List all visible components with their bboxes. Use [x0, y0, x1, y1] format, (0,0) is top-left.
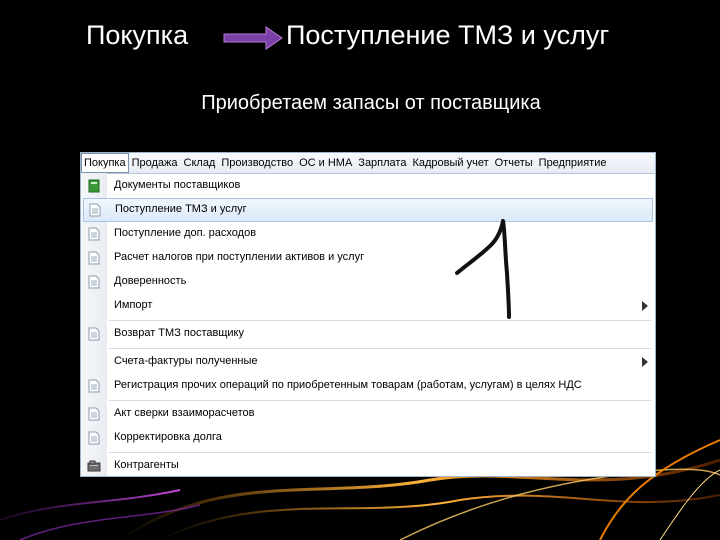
book-icon [88, 179, 100, 193]
menu-item-label: Поступление ТМЗ и услуг [115, 203, 247, 215]
menu-item-raschet-nalogov[interactable]: Расчет налогов при поступлении активов и… [81, 246, 655, 270]
menu-predpriyatie[interactable]: Предприятие [536, 154, 610, 172]
menu-zarplata[interactable]: Зарплата [355, 154, 409, 172]
header-left-title: Покупка [86, 20, 189, 50]
menu-bar: Покупка Продажа Склад Производство ОС и … [81, 153, 655, 174]
slide-subtitle: Приобретаем запасы от поставщика [201, 92, 541, 114]
menu-item-scheta-faktury[interactable]: Счета-фактуры полученные [81, 350, 655, 374]
menu-os-nma[interactable]: ОС и НМА [296, 154, 355, 172]
app-window: Покупка Продажа Склад Производство ОС и … [80, 152, 656, 477]
menu-item-doverennost[interactable]: Доверенность [81, 270, 655, 294]
menu-item-registratsiya-prochikh[interactable]: Регистрация прочих операций по приобрете… [81, 374, 655, 398]
menu-item-postuplenie-tmz[interactable]: Поступление ТМЗ и услуг [83, 198, 653, 222]
document-icon [88, 431, 100, 445]
menu-item-label: Импорт [114, 299, 153, 311]
menu-item-label: Корректировка долга [114, 431, 222, 443]
menu-item-import[interactable]: Импорт [81, 294, 655, 318]
menu-item-dokumenty-postavshchikov[interactable]: Документы поставщиков [81, 174, 655, 198]
submenu-arrow-icon [642, 301, 648, 311]
submenu-arrow-icon [642, 357, 648, 367]
menu-item-akt-sverki[interactable]: Акт сверки взаиморасчетов [81, 402, 655, 426]
menu-otchety[interactable]: Отчеты [492, 154, 536, 172]
dropdown-menu: Документы поставщиков Поступление ТМЗ и … [81, 174, 655, 478]
menu-kadrovy-uchet[interactable]: Кадровый учет [409, 154, 491, 172]
menu-item-label: Счета-фактуры полученные [114, 355, 258, 367]
document-icon [88, 227, 100, 241]
menu-item-label: Доверенность [114, 275, 187, 287]
menu-item-kontragenty[interactable]: Контрагенты [81, 454, 655, 478]
menu-item-label: Расчет налогов при поступлении активов и… [114, 251, 365, 263]
document-icon [88, 251, 100, 265]
menu-item-label: Возврат ТМЗ поставщику [114, 327, 244, 339]
menu-item-vozvrat-tmz[interactable]: Возврат ТМЗ поставщику [81, 322, 655, 346]
menu-item-label: Регистрация прочих операций по приобрете… [114, 379, 582, 391]
menu-item-label: Документы поставщиков [114, 179, 241, 191]
directory-icon [87, 460, 101, 472]
menu-item-postuplenie-dop-raskhodov[interactable]: Поступление доп. расходов [81, 222, 655, 246]
menu-proizvodstvo[interactable]: Производство [218, 154, 296, 172]
document-icon [88, 379, 100, 393]
menu-item-label: Акт сверки взаиморасчетов [114, 407, 255, 419]
document-icon [89, 203, 101, 217]
menu-item-label: Контрагенты [114, 459, 179, 471]
menu-pokupka[interactable]: Покупка [81, 153, 129, 173]
menu-item-korrektirovka-dolga[interactable]: Корректировка долга [81, 426, 655, 450]
menu-item-label: Поступление доп. расходов [114, 227, 257, 239]
document-icon [88, 275, 100, 289]
menu-prodazha[interactable]: Продажа [129, 154, 181, 172]
menu-sklad[interactable]: Склад [181, 154, 219, 172]
arrow-right-icon [223, 26, 283, 50]
document-icon [88, 327, 100, 341]
document-icon [88, 407, 100, 421]
header-right-title: Поступление ТМЗ и услуг [286, 20, 610, 50]
